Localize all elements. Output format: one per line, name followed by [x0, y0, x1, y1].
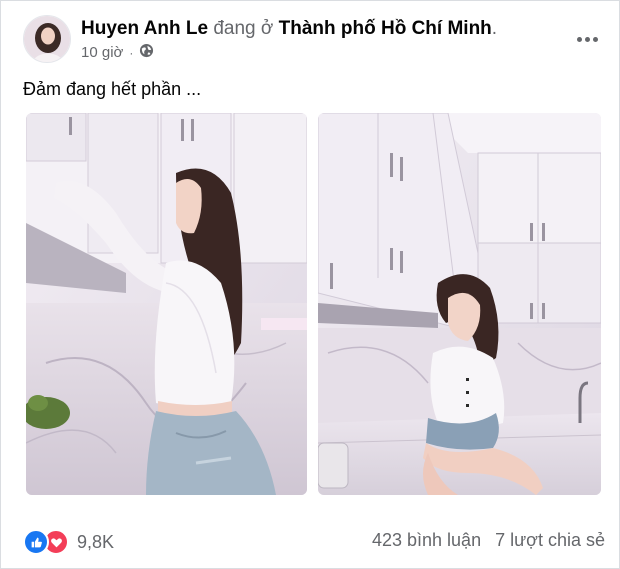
photo-grid [23, 113, 601, 497]
more-options-button[interactable] [573, 25, 601, 53]
location-name[interactable]: Thành phố Hồ Chí Minh [279, 18, 492, 39]
engagement-stats: 423 bình luận 7 lượt chia sẻ [372, 530, 605, 551]
share-count-link[interactable]: 7 lượt chia sẻ [495, 530, 605, 551]
like-icon [23, 529, 49, 555]
more-dot-icon [592, 36, 598, 42]
author-avatar[interactable] [23, 15, 71, 63]
location-suffix: . [491, 18, 498, 39]
author-name[interactable]: Huyen Anh Le [81, 18, 208, 39]
reaction-count: 9,8K [77, 531, 115, 552]
post-footer: 9,8K 423 bình luận 7 lượt chia sẻ [23, 527, 605, 555]
post-timestamp[interactable]: 10 giờ [81, 44, 123, 61]
post-photo-left[interactable] [26, 113, 307, 495]
author-line: Huyen Anh Le đang ở Thành phố Hồ Chí Min… [81, 18, 497, 40]
more-dot-icon [584, 36, 590, 42]
post-caption: Đảm đang hết phần ... [23, 79, 202, 99]
post-meta: 10 giờ · [81, 43, 154, 62]
post-header: Huyen Anh Le đang ở Thành phố Hồ Chí Min… [23, 15, 609, 67]
reaction-summary[interactable]: 9,8K [23, 529, 114, 555]
meta-separator: · [129, 45, 134, 60]
post-photo-right[interactable] [318, 113, 601, 495]
more-dot-icon [576, 36, 582, 42]
location-verb: đang ở [213, 18, 274, 39]
post-card: Huyen Anh Le đang ở Thành phố Hồ Chí Min… [0, 0, 620, 569]
globe-icon[interactable] [139, 43, 154, 62]
comment-count-link[interactable]: 423 bình luận [372, 530, 481, 551]
